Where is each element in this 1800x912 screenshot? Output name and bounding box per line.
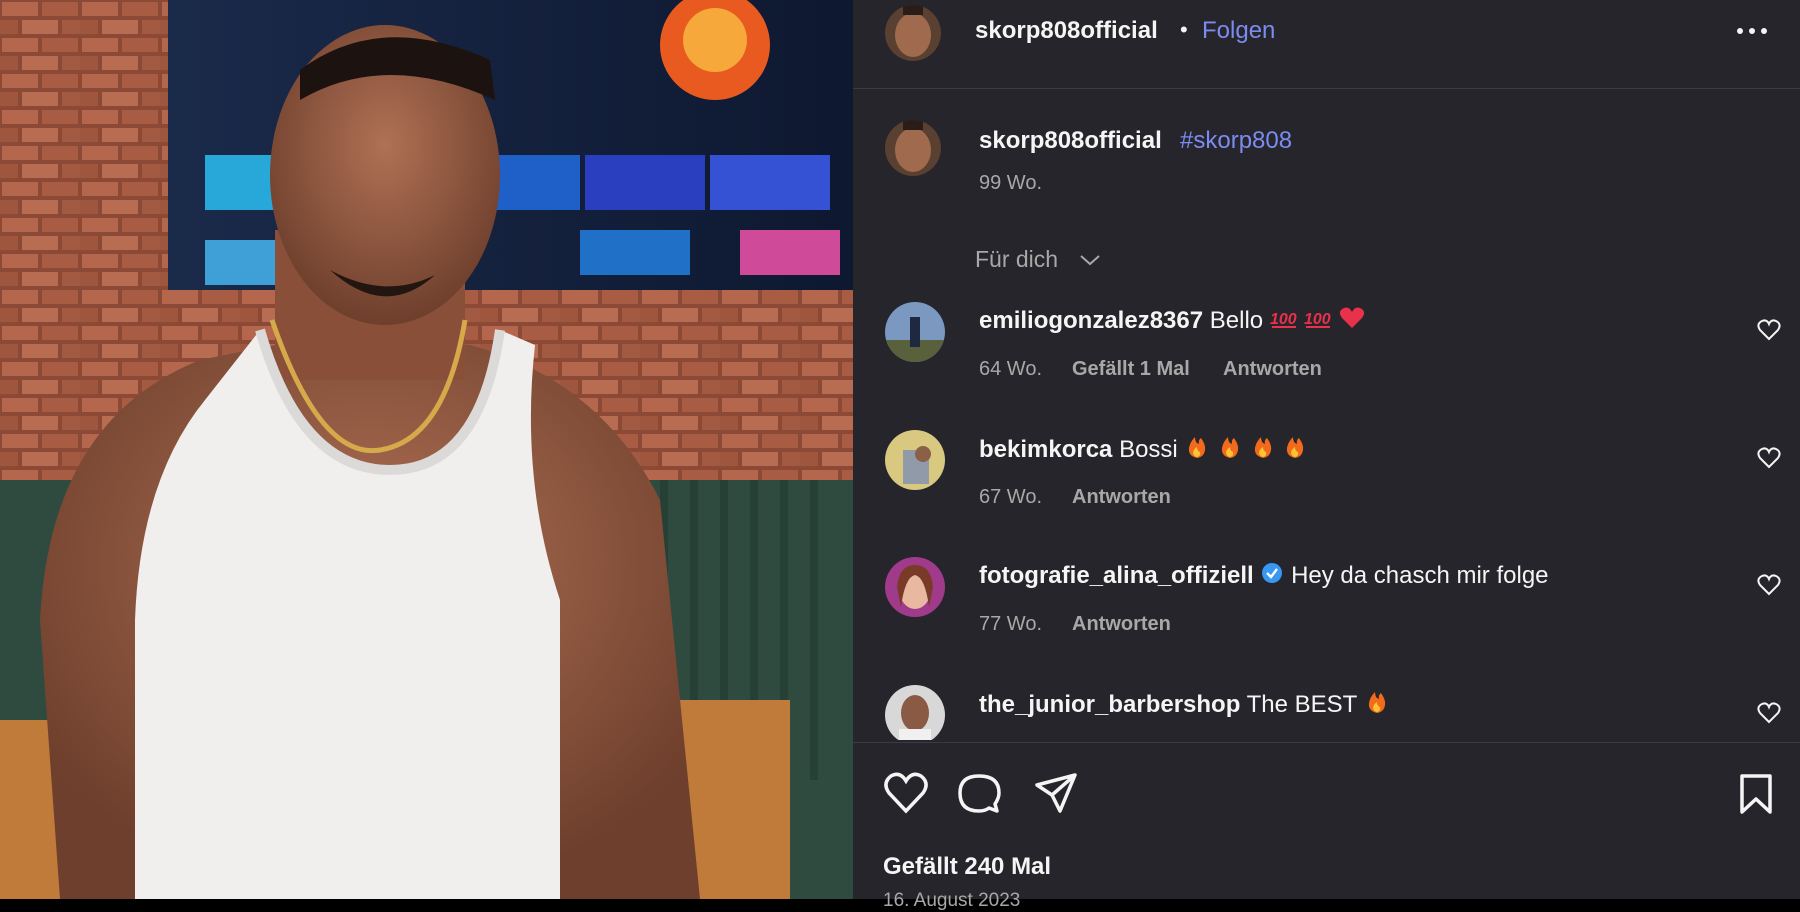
comment-username[interactable]: fotografie_alina_offiziell	[979, 562, 1254, 589]
avatar-image	[885, 430, 945, 490]
header-separator: •	[1180, 17, 1188, 42]
header-username[interactable]: skorp808official	[975, 17, 1158, 45]
fire-icon	[1364, 689, 1390, 722]
header-divider	[853, 88, 1800, 89]
heart-icon[interactable]	[883, 771, 929, 815]
comment-age: 67 Wo.	[979, 486, 1042, 508]
hundred-points-icon: 100	[1270, 307, 1298, 336]
fire-icon	[1184, 434, 1210, 467]
comment-filter-label[interactable]: Für dich	[975, 246, 1058, 273]
comment-username[interactable]: bekimkorca	[979, 436, 1112, 463]
comment-item: emiliogonzalez8367 Bello 100 100 64 Wo. …	[853, 280, 1800, 400]
comment-item: bekimkorca Bossi 67 Wo. Antworten	[853, 408, 1800, 528]
red-heart-icon	[1339, 306, 1365, 337]
post-image	[0, 0, 853, 899]
fire-icon	[1282, 434, 1308, 467]
comment-line: bekimkorca Bossi	[979, 434, 1308, 467]
comment-avatar[interactable]	[885, 430, 945, 490]
post-detail-panel: skorp808official • Folgen skorp808offici…	[853, 0, 1800, 911]
send-icon[interactable]	[1034, 771, 1078, 815]
verified-badge-icon	[1260, 561, 1284, 592]
avatar-image	[885, 557, 945, 617]
caption-age: 99 Wo.	[979, 172, 1042, 194]
comment-item: the_junior_barbershop The BEST	[853, 663, 1800, 740]
avatar-image	[885, 302, 945, 362]
comment-avatar[interactable]	[885, 685, 945, 740]
comment-username[interactable]: emiliogonzalez8367	[979, 307, 1203, 334]
more-horizontal-icon[interactable]	[1734, 22, 1770, 40]
comment-like-icon[interactable]	[1757, 446, 1781, 470]
avatar-image	[885, 685, 945, 740]
caption-username[interactable]: skorp808official	[979, 127, 1162, 155]
follow-button[interactable]: Folgen	[1202, 17, 1275, 45]
avatar-image	[885, 5, 941, 61]
comment-likes[interactable]: Gefällt 1 Mal	[1072, 358, 1190, 381]
comment-age: 64 Wo.	[979, 358, 1042, 380]
comment-line: emiliogonzalez8367 Bello 100 100	[979, 306, 1365, 337]
comment-text: Bossi	[1119, 435, 1178, 463]
bookmark-icon[interactable]	[1738, 773, 1774, 815]
hundred-points-icon: 100	[1304, 307, 1332, 336]
fire-icon	[1217, 434, 1243, 467]
comment-like-icon[interactable]	[1757, 318, 1781, 342]
comment-text: Bello	[1209, 306, 1264, 334]
caption-hashtag[interactable]: #skorp808	[1180, 127, 1292, 155]
comment-list[interactable]: emiliogonzalez8367 Bello 100 100 64 Wo. …	[853, 280, 1800, 740]
comment-avatar[interactable]	[885, 557, 945, 617]
svg-text:100: 100	[1270, 311, 1297, 328]
fire-icon	[1250, 434, 1276, 467]
avatar-image	[885, 120, 941, 176]
comment-text: The BEST	[1246, 690, 1357, 718]
likes-count[interactable]: Gefällt 240 Mal	[883, 853, 1051, 881]
chevron-down-icon[interactable]	[1079, 253, 1101, 267]
reply-button[interactable]: Antworten	[1223, 358, 1322, 381]
reply-button[interactable]: Antworten	[1072, 613, 1171, 636]
header-avatar[interactable]	[885, 5, 941, 61]
svg-text:100: 100	[1304, 311, 1331, 328]
comment-username[interactable]: the_junior_barbershop	[979, 691, 1240, 718]
caption-avatar[interactable]	[885, 120, 941, 176]
reply-button[interactable]: Antworten	[1072, 486, 1171, 509]
post-date: 16. August 2023	[883, 890, 1021, 911]
comment-item: fotografie_alina_offiziell Hey da chasch…	[853, 535, 1800, 655]
comment-line: fotografie_alina_offiziell Hey da chasch…	[979, 561, 1549, 592]
comment-like-icon[interactable]	[1757, 573, 1781, 597]
comment-age: 77 Wo.	[979, 613, 1042, 635]
comment-line: the_junior_barbershop The BEST	[979, 689, 1390, 722]
comment-icon[interactable]	[957, 772, 1001, 816]
comment-like-icon[interactable]	[1757, 701, 1781, 725]
comment-avatar[interactable]	[885, 302, 945, 362]
actions-divider	[853, 742, 1800, 743]
post-photo[interactable]	[0, 0, 853, 899]
comment-text: Hey da chasch mir folge	[1291, 561, 1549, 589]
